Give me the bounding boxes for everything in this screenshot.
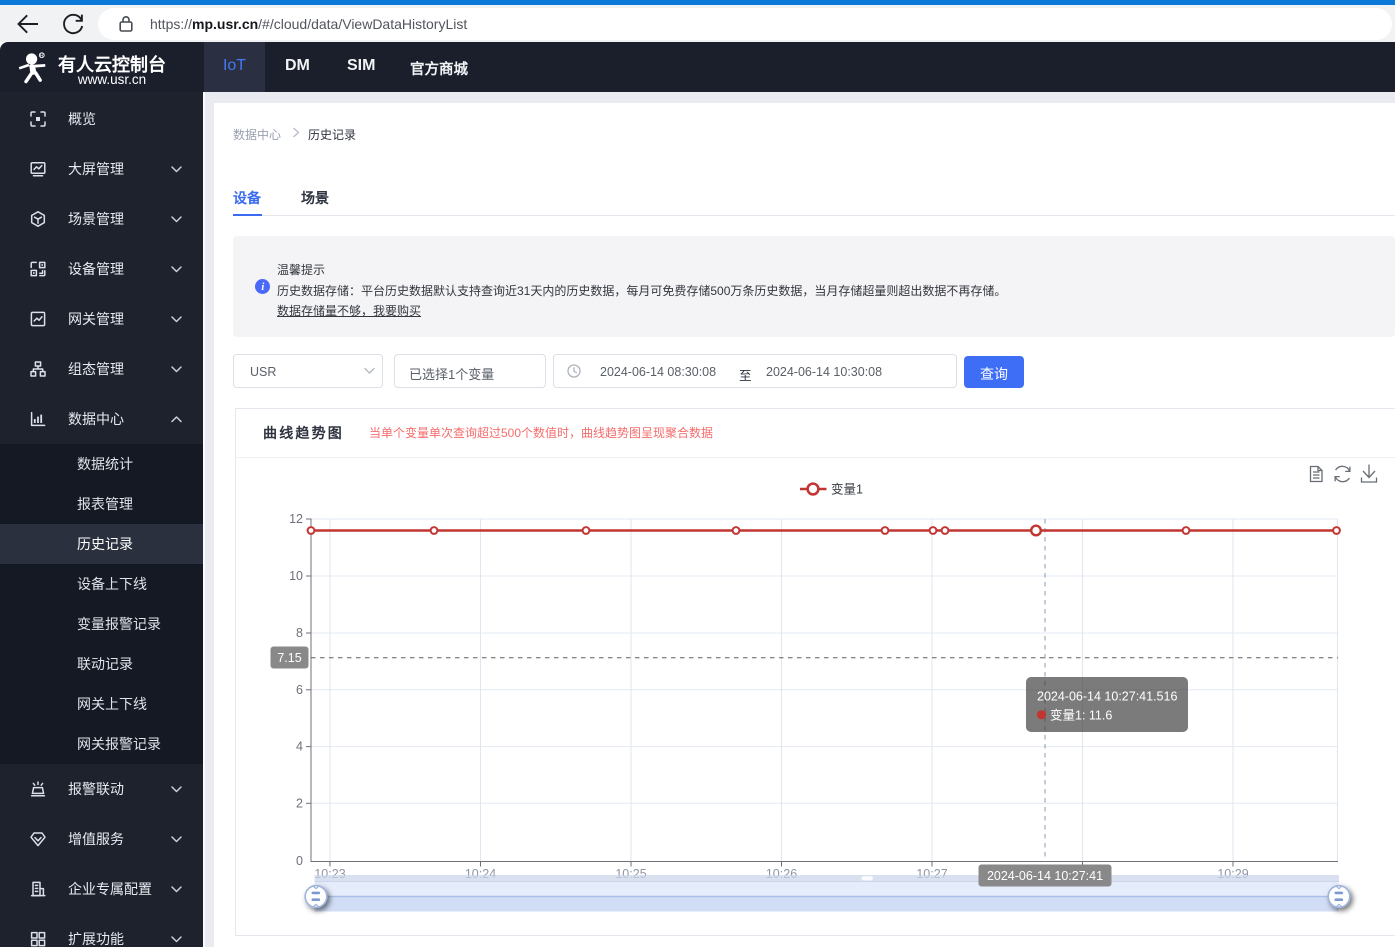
svg-text:R: R <box>40 53 44 59</box>
svg-text:i: i <box>261 282 264 293</box>
